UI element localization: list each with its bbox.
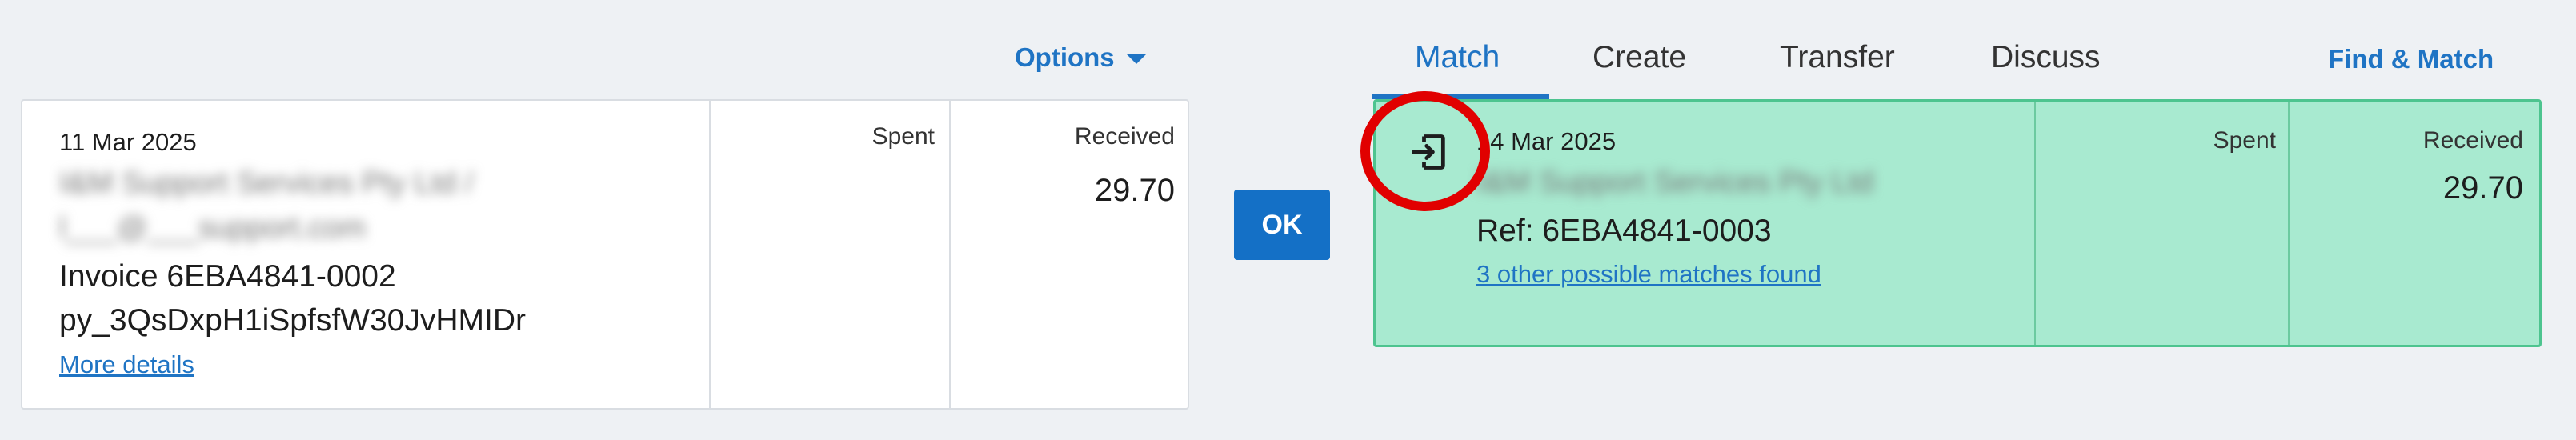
match-payee: I&M Support Services Pty Ltd [1476,166,1874,199]
options-dropdown[interactable]: Options [1015,42,1147,74]
suggested-match-card[interactable]: 14 Mar 2025 I&M Support Services Pty Ltd… [1373,99,2542,347]
spent-column-header: Spent [2213,127,2276,154]
statement-date: 11 Mar 2025 [59,128,197,156]
match-reference: Ref: 6EBA4841-0003 [1476,214,1772,248]
statement-reference: py_3QsDxpH1iSpfsfW30JvHMIDr [59,303,526,338]
column-divider [709,101,711,408]
statement-invoice: Invoice 6EBA4841-0002 [59,259,396,294]
ok-button[interactable]: OK [1234,190,1330,260]
statement-payee: I&M Support Services Pty Ltd / [59,166,474,200]
tab-match[interactable]: Match [1415,40,1500,75]
chevron-down-icon [1125,54,1147,64]
column-divider [2288,102,2290,345]
statement-line-card: 11 Mar 2025 I&M Support Services Pty Ltd… [21,99,1189,410]
received-column-header: Received [1074,123,1175,150]
highlight-ring [1360,91,1490,211]
tab-create[interactable]: Create [1592,40,1686,75]
find-and-match-link[interactable]: Find & Match [2328,44,2494,74]
more-details-link[interactable]: More details [59,350,194,379]
tab-transfer[interactable]: Transfer [1780,40,1895,75]
spent-column-header: Spent [871,123,935,150]
other-matches-link[interactable]: 3 other possible matches found [1476,260,1821,289]
received-column-header: Received [2422,127,2523,154]
tab-discuss[interactable]: Discuss [1991,40,2101,75]
received-amount: 29.70 [1094,173,1175,208]
statement-email: l___@___support.com [59,211,366,245]
match-date: 14 Mar 2025 [1476,127,1617,155]
column-divider [949,101,951,408]
column-divider [2034,102,2036,345]
received-amount: 29.70 [2442,170,2523,206]
options-label: Options [1015,42,1115,72]
